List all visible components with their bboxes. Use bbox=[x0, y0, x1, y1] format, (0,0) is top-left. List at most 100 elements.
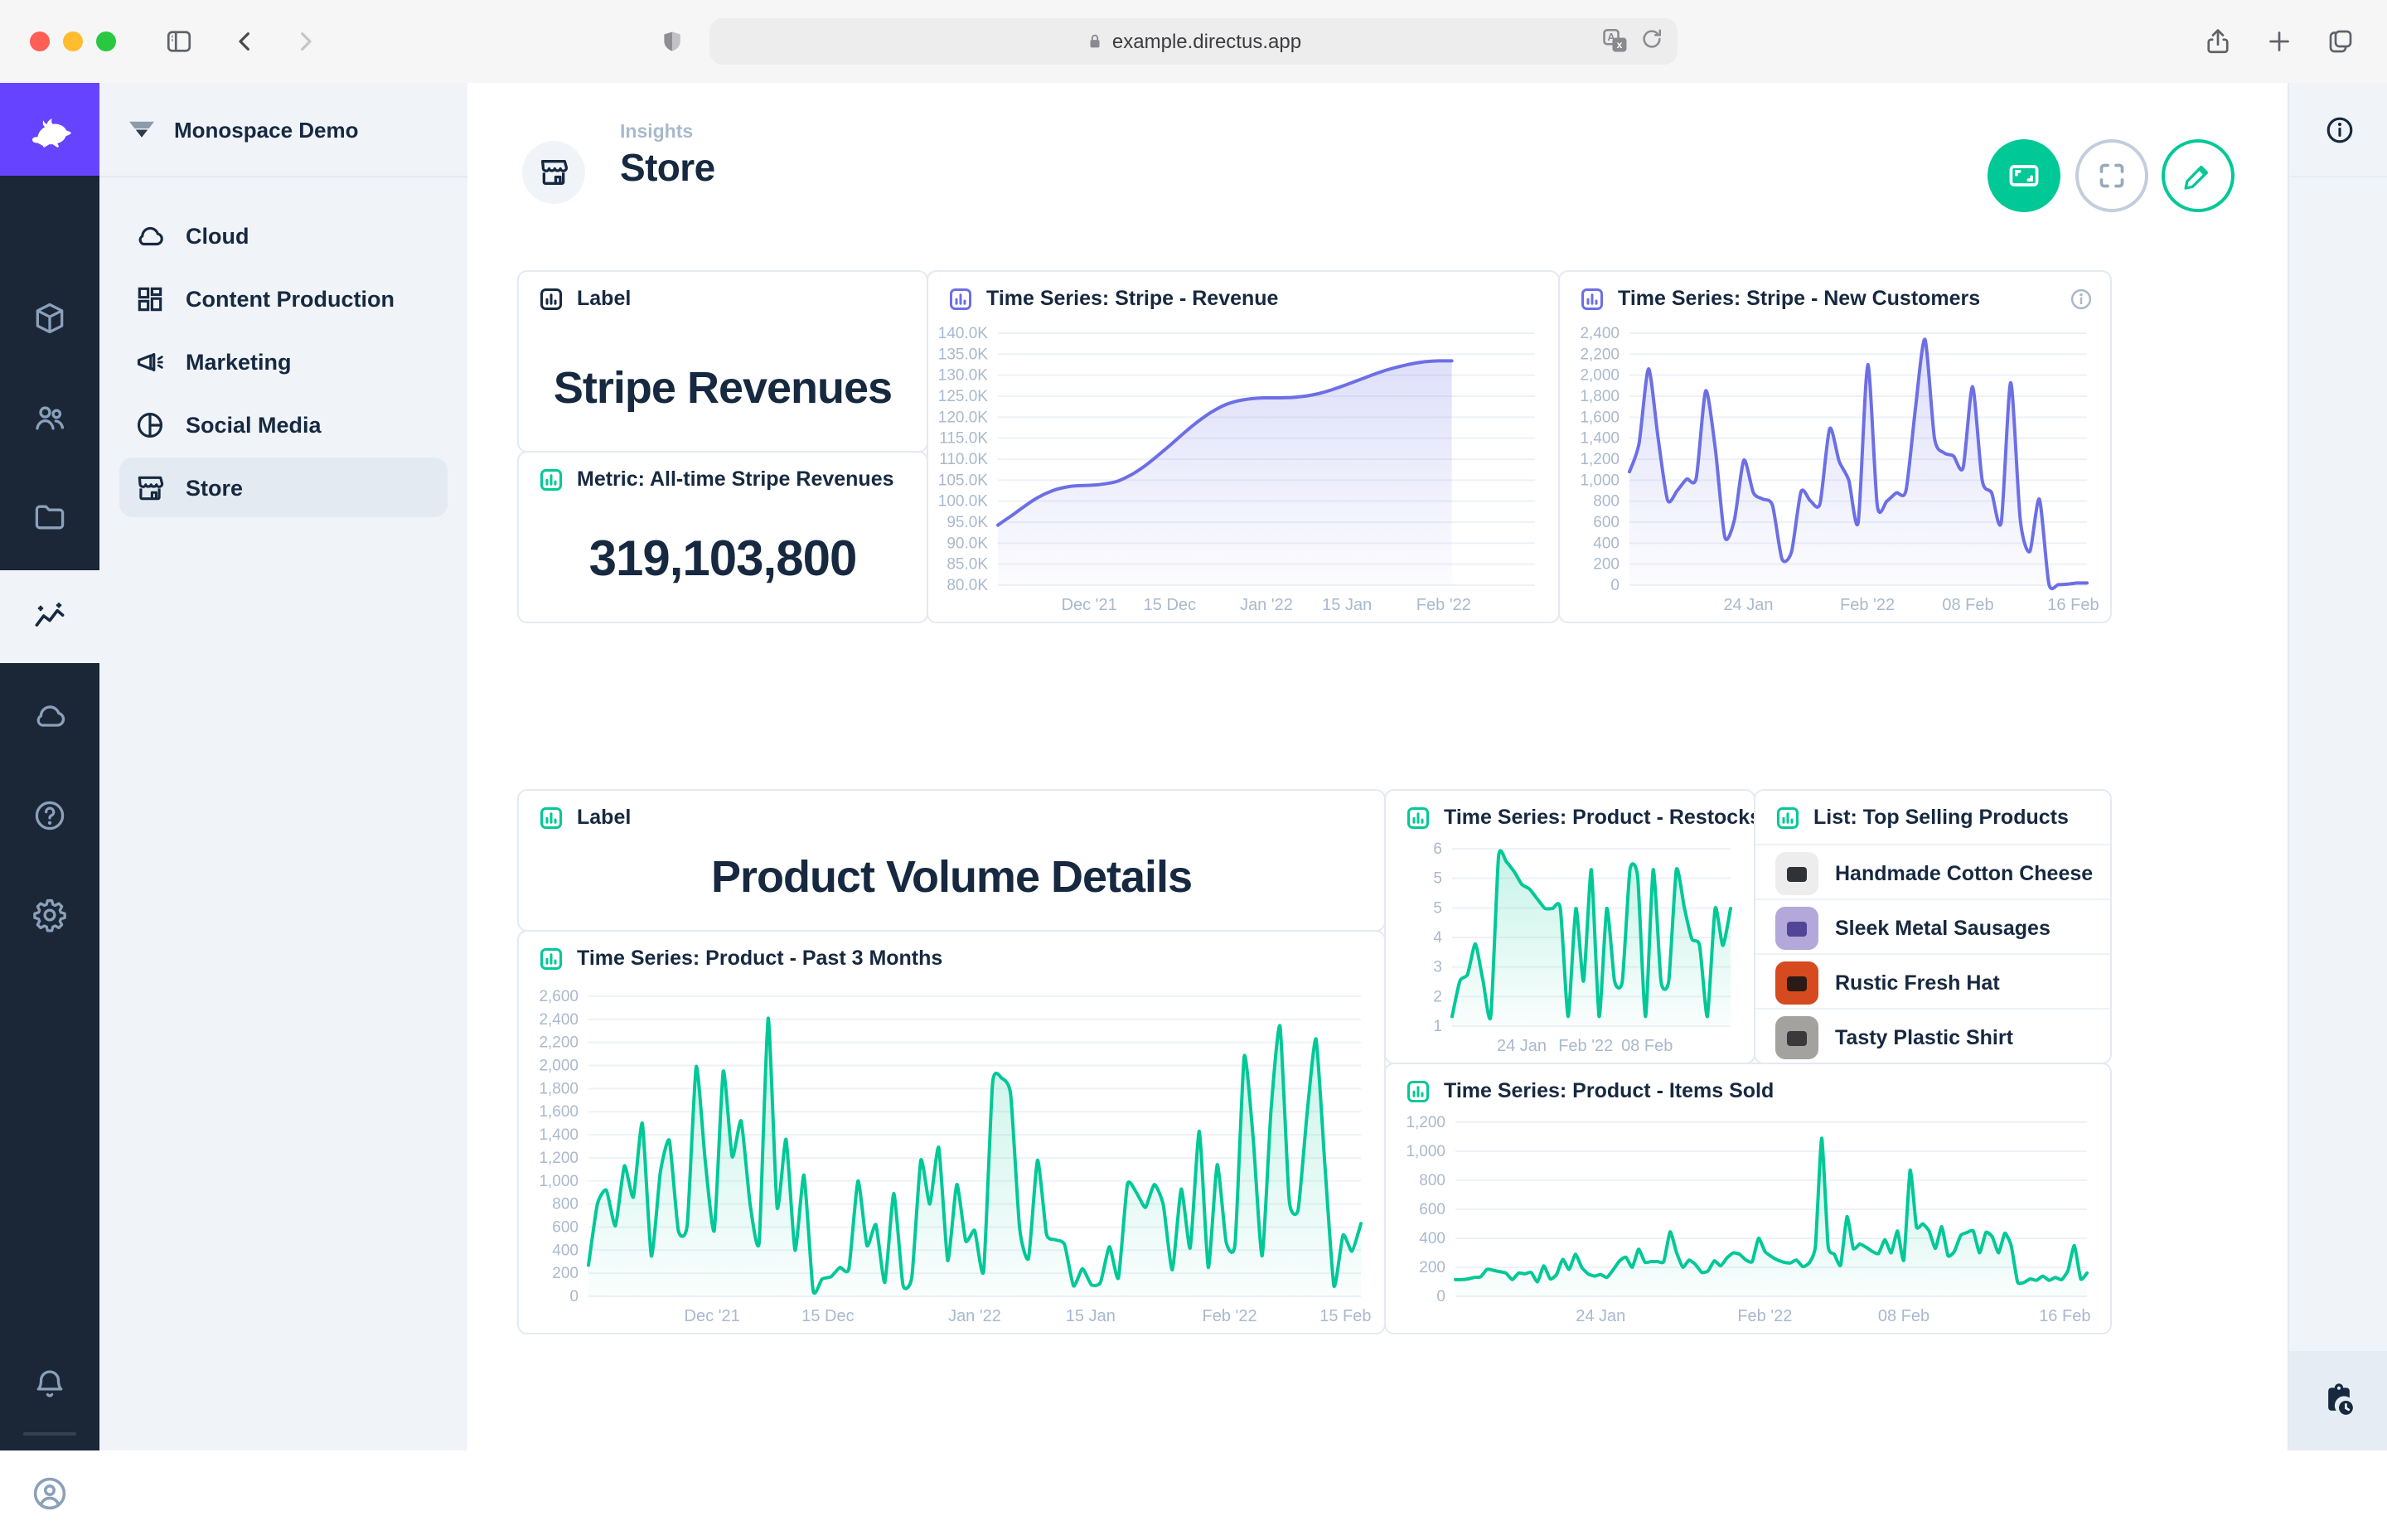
product-name: Handmade Cotton Cheese bbox=[1835, 861, 2093, 884]
panel-header: Metric: All-time Stripe Revenues bbox=[577, 467, 894, 491]
module-help-icon[interactable] bbox=[0, 769, 99, 862]
svg-text:08 Feb: 08 Feb bbox=[1621, 1037, 1673, 1055]
window-zoom-button[interactable] bbox=[96, 31, 116, 51]
sidebar-item-label: Marketing bbox=[186, 349, 292, 374]
svg-text:600: 600 bbox=[1419, 1201, 1445, 1218]
reload-icon[interactable] bbox=[1639, 27, 1664, 55]
right-sidebar bbox=[2288, 83, 2387, 1450]
svg-text:16 Feb: 16 Feb bbox=[2039, 1307, 2090, 1325]
chart-panel-icon bbox=[1775, 805, 1800, 830]
panel-timeseries-stripe-revenue[interactable]: Time Series: Stripe - Revenue 140.0K135.… bbox=[927, 270, 1560, 623]
svg-text:85.0K: 85.0K bbox=[947, 556, 988, 574]
panel-metric-stripe[interactable]: Metric: All-time Stripe Revenues 319,103… bbox=[517, 451, 928, 623]
main-content: Insights Store Label Stripe Revenues Met… bbox=[467, 83, 2288, 1450]
breadcrumb[interactable]: Insights bbox=[620, 123, 693, 143]
panel-timeseries-new-customers[interactable]: Time Series: Stripe - New Customers 2,40… bbox=[1558, 270, 2112, 623]
svg-text:115.0K: 115.0K bbox=[939, 430, 988, 448]
chart-panel-icon bbox=[539, 946, 564, 971]
svg-text:5: 5 bbox=[1433, 870, 1442, 888]
svg-text:100.0K: 100.0K bbox=[938, 493, 989, 511]
directus-logo-button[interactable] bbox=[0, 83, 99, 176]
forward-icon[interactable] bbox=[285, 22, 325, 61]
share-icon[interactable] bbox=[2198, 22, 2238, 61]
screen: example.directus.app Ax bbox=[0, 0, 2387, 1450]
edit-dashboard-button[interactable] bbox=[2162, 139, 2234, 212]
new-tab-icon[interactable] bbox=[2259, 22, 2299, 61]
svg-text:0: 0 bbox=[1436, 1288, 1445, 1305]
svg-text:16 Feb: 16 Feb bbox=[2047, 596, 2099, 614]
sidebar-toggle-icon[interactable] bbox=[159, 22, 199, 61]
svg-text:2,400: 2,400 bbox=[539, 1011, 579, 1029]
product-thumbnail bbox=[1775, 961, 1818, 1004]
sidebar-item-store[interactable]: Store bbox=[119, 458, 448, 517]
svg-text:400: 400 bbox=[1593, 535, 1620, 552]
panel-timeseries-restocks[interactable]: Time Series: Product - Restocks 65543212… bbox=[1384, 789, 1755, 1064]
url-text: example.directus.app bbox=[1112, 30, 1301, 53]
module-insights-icon[interactable] bbox=[0, 570, 99, 663]
svg-text:200: 200 bbox=[1419, 1259, 1445, 1276]
label-text: Product Volume Details bbox=[519, 824, 1384, 930]
fit-screen-button[interactable] bbox=[1988, 139, 2060, 212]
svg-text:x: x bbox=[1617, 39, 1623, 51]
chart-panel-icon bbox=[1406, 805, 1431, 830]
project-icon bbox=[126, 114, 157, 145]
project-chooser[interactable]: Monospace Demo bbox=[99, 83, 467, 177]
panel-timeseries-past-3-months[interactable]: Time Series: Product - Past 3 Months 2,6… bbox=[517, 930, 1386, 1334]
privacy-shield-icon[interactable] bbox=[651, 22, 691, 61]
svg-text:2,000: 2,000 bbox=[1580, 367, 1620, 385]
svg-text:1,200: 1,200 bbox=[1580, 451, 1620, 468]
fullscreen-button[interactable] bbox=[2075, 139, 2148, 212]
sidebar-item-cloud[interactable]: Cloud bbox=[119, 206, 448, 265]
sidebar-info-button[interactable] bbox=[2289, 83, 2387, 177]
svg-text:Feb '22: Feb '22 bbox=[1203, 1307, 1257, 1325]
svg-text:600: 600 bbox=[552, 1218, 579, 1236]
svg-text:3: 3 bbox=[1433, 959, 1442, 976]
panel-list-top-selling-products[interactable]: List: Top Selling Products Handmade Cott… bbox=[1754, 789, 2112, 1064]
browser-chrome: example.directus.app Ax bbox=[0, 0, 2387, 85]
svg-text:1,400: 1,400 bbox=[1580, 430, 1620, 448]
user-avatar-icon[interactable] bbox=[0, 1447, 99, 1540]
module-settings-icon[interactable] bbox=[0, 869, 99, 961]
svg-text:2,400: 2,400 bbox=[1580, 325, 1620, 342]
product-list: Handmade Cotton Cheese Sleek Metal Sausa… bbox=[1755, 844, 2110, 1063]
panel-info-icon[interactable] bbox=[2069, 287, 2094, 312]
svg-text:200: 200 bbox=[552, 1265, 579, 1282]
panel-label-stripe[interactable]: Label Stripe Revenues bbox=[517, 270, 928, 453]
list-item[interactable]: Rustic Fresh Hat bbox=[1755, 953, 2110, 1010]
sidebar-item-social-media[interactable]: Social Media bbox=[119, 395, 448, 454]
sidebar-item-content-production[interactable]: Content Production bbox=[119, 269, 448, 328]
module-users-icon[interactable] bbox=[0, 371, 99, 464]
list-item[interactable]: Tasty Plastic Shirt bbox=[1755, 1008, 2110, 1064]
metric-value: 319,103,800 bbox=[519, 499, 927, 622]
notifications-bell-icon[interactable] bbox=[0, 1338, 99, 1431]
module-bar bbox=[0, 83, 99, 1450]
product-name: Rustic Fresh Hat bbox=[1835, 971, 2000, 994]
svg-text:1: 1 bbox=[1433, 1018, 1442, 1035]
svg-text:0: 0 bbox=[1610, 577, 1620, 594]
url-field[interactable]: example.directus.app Ax bbox=[709, 18, 1678, 65]
chart-items-sold: 1,2001,000800600400200024 JanFeb '2208 F… bbox=[1392, 1111, 2100, 1329]
chart-panel-icon bbox=[539, 467, 564, 492]
module-content-icon[interactable] bbox=[0, 272, 99, 365]
window-minimize-button[interactable] bbox=[63, 31, 83, 51]
navigation-panel: Monospace Demo Cloud Content Production … bbox=[99, 83, 469, 1450]
list-item[interactable]: Sleek Metal Sausages bbox=[1755, 898, 2110, 955]
svg-text:600: 600 bbox=[1593, 514, 1620, 531]
sidebar-item-marketing[interactable]: Marketing bbox=[119, 332, 448, 391]
product-thumbnail bbox=[1775, 851, 1818, 894]
back-icon[interactable] bbox=[225, 22, 265, 61]
svg-text:0: 0 bbox=[569, 1288, 579, 1305]
activity-dock-button[interactable] bbox=[2289, 1351, 2387, 1450]
window-close-button[interactable] bbox=[30, 31, 50, 51]
module-files-icon[interactable] bbox=[0, 471, 99, 564]
translate-icon[interactable]: Ax bbox=[1601, 27, 1629, 55]
tabs-overview-icon[interactable] bbox=[2321, 22, 2360, 61]
svg-text:135.0K: 135.0K bbox=[938, 346, 989, 363]
list-item[interactable]: Handmade Cotton Cheese bbox=[1755, 844, 2110, 900]
svg-text:Dec '21: Dec '21 bbox=[685, 1307, 740, 1325]
project-name: Monospace Demo bbox=[174, 117, 359, 142]
panel-timeseries-items-sold[interactable]: Time Series: Product - Items Sold 1,2001… bbox=[1384, 1063, 2112, 1334]
panel-label-product[interactable]: Label Product Volume Details bbox=[517, 789, 1386, 932]
module-cloud-icon[interactable] bbox=[0, 670, 99, 763]
svg-text:200: 200 bbox=[1593, 556, 1620, 574]
